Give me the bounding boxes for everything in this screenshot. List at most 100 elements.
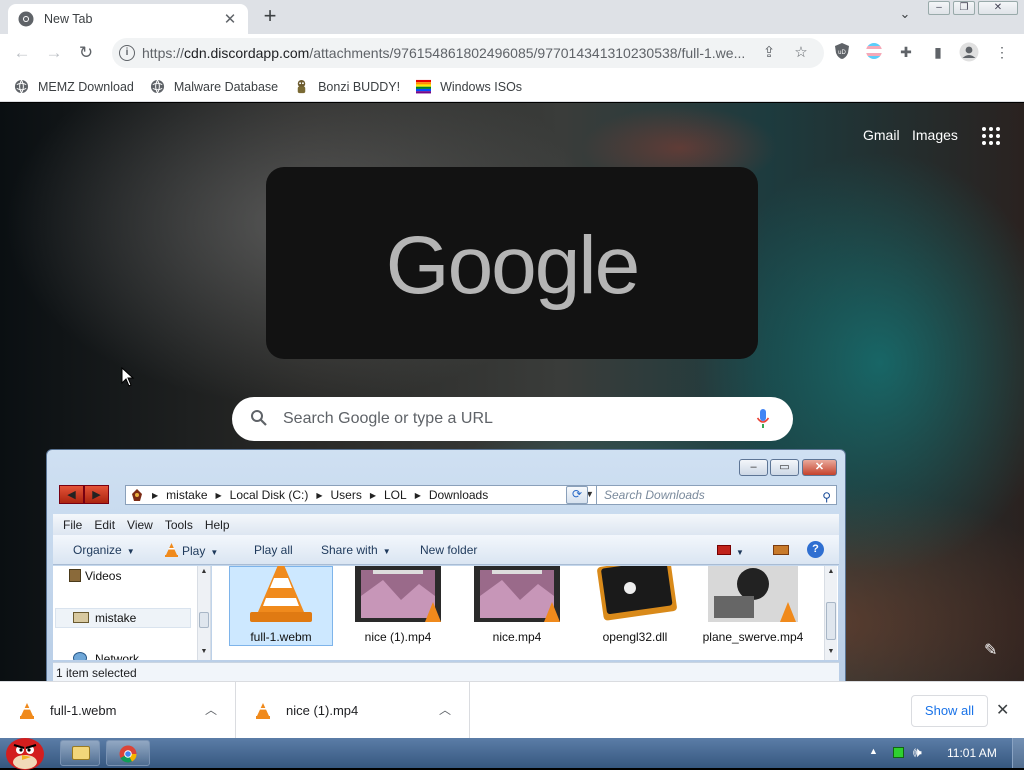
breadcrumb-local-disk[interactable]: Local Disk (C:) bbox=[230, 488, 309, 502]
menu-help[interactable]: Help bbox=[205, 518, 230, 532]
side-panel-icon[interactable]: ▮ bbox=[928, 42, 948, 62]
taskbar-clock[interactable]: 11:01 AM bbox=[947, 746, 997, 760]
breadcrumb-mistake[interactable]: mistake bbox=[166, 488, 207, 502]
show-desktop-button[interactable] bbox=[1012, 738, 1024, 768]
explorer-address-bar[interactable]: ▶ mistake ▶ Local Disk (C:) ▶ Users ▶ LO… bbox=[125, 485, 633, 505]
microphone-icon[interactable] bbox=[756, 408, 770, 430]
video-thumbnail-icon bbox=[472, 566, 562, 626]
google-apps-icon[interactable] bbox=[982, 127, 1000, 145]
reload-icon[interactable]: ↻ bbox=[74, 41, 98, 65]
menu-view[interactable]: View bbox=[127, 518, 153, 532]
tab-search-chevron-icon[interactable]: ⌄ bbox=[894, 6, 916, 28]
restore-window-button[interactable]: ❐ bbox=[953, 1, 975, 15]
share-icon[interactable]: ⇪ bbox=[760, 44, 778, 62]
scroll-up-icon[interactable]: ▲ bbox=[825, 566, 837, 578]
new-folder-button[interactable]: New folder bbox=[420, 543, 477, 557]
dropdown-arrow-icon: ▼ bbox=[210, 548, 219, 557]
bookmark-label: MEMZ Download bbox=[38, 79, 134, 94]
address-url[interactable]: https://cdn.discordapp.com/attachments/9… bbox=[142, 45, 752, 61]
explorer-search-input[interactable]: Search Downloads ⚲ bbox=[596, 485, 837, 505]
play-all-button[interactable]: Play all bbox=[254, 543, 293, 557]
file-item[interactable]: opengl32.dll bbox=[585, 566, 685, 644]
download-item-nice-1-mp4[interactable]: nice (1).mp4 ︿ bbox=[236, 682, 470, 739]
tab-new-tab[interactable]: New Tab ✕ bbox=[8, 4, 248, 34]
show-all-downloads-button[interactable]: Show all bbox=[911, 695, 988, 727]
video-thumbnail-icon bbox=[708, 566, 798, 626]
profile-avatar-icon[interactable] bbox=[959, 42, 979, 62]
file-item[interactable]: full-1.webm bbox=[231, 566, 331, 644]
bookmarks-bar: MEMZ Download Malware Database Bonzi BUD… bbox=[0, 72, 1024, 102]
scroll-thumb[interactable] bbox=[199, 612, 209, 628]
scroll-up-icon[interactable]: ▲ bbox=[198, 566, 210, 578]
angry-bird-start-icon[interactable] bbox=[0, 730, 50, 770]
tab-close-icon[interactable]: ✕ bbox=[222, 10, 238, 28]
scroll-thumb[interactable] bbox=[826, 602, 836, 640]
ublock-extension-icon[interactable]: uD bbox=[832, 42, 852, 62]
nav-pane-scrollbar[interactable]: ▲ ▼ bbox=[197, 566, 210, 660]
nav-item-videos[interactable]: Videos bbox=[69, 569, 121, 583]
organize-button[interactable]: Organize ▼ bbox=[73, 543, 135, 557]
menu-kebab-icon[interactable]: ⋮ bbox=[992, 42, 1012, 62]
close-download-shelf-icon[interactable]: ✕ bbox=[996, 700, 1009, 720]
menu-file[interactable]: File bbox=[63, 518, 82, 532]
share-with-button[interactable]: Share with ▼ bbox=[321, 543, 391, 557]
explorer-command-bar: Organize ▼ Play ▼ Play all Share with ▼ New… bbox=[53, 535, 839, 565]
dll-file-icon bbox=[590, 566, 680, 626]
help-icon[interactable]: ? bbox=[807, 541, 824, 558]
url-path: /attachments/976154861802496085/97701434… bbox=[309, 45, 746, 61]
tray-overflow-icon[interactable]: ▲ bbox=[869, 746, 878, 756]
customize-pencil-icon[interactable]: ✎ bbox=[984, 640, 997, 660]
site-info-icon[interactable]: i bbox=[119, 45, 135, 61]
view-options-icon[interactable]: ▼ bbox=[717, 544, 744, 558]
volume-icon[interactable]: 🕪 bbox=[913, 744, 922, 761]
google-logo: Google bbox=[385, 220, 640, 311]
bonzi-icon bbox=[297, 79, 306, 94]
bookmark-label: Bonzi BUDDY! bbox=[318, 79, 401, 94]
google-search-box[interactable]: Search Google or type a URL bbox=[232, 397, 793, 441]
play-button[interactable]: Play ▼ bbox=[165, 543, 218, 558]
nav-item-mistake[interactable]: mistake bbox=[73, 611, 136, 625]
video-thumbnail-icon bbox=[353, 566, 443, 626]
breadcrumb-lol[interactable]: LOL bbox=[384, 488, 407, 502]
file-pane-scrollbar[interactable]: ▲ ▼ bbox=[824, 566, 837, 660]
explorer-maximize-button[interactable]: ▭ bbox=[770, 459, 799, 476]
back-arrow-icon[interactable]: ← bbox=[10, 41, 34, 65]
trans-flag-extension-icon[interactable] bbox=[864, 42, 884, 62]
bookmark-star-icon[interactable]: ☆ bbox=[792, 44, 810, 62]
taskbar-explorer-button[interactable] bbox=[60, 740, 100, 766]
forward-arrow-icon[interactable]: → bbox=[42, 41, 66, 65]
chevron-up-icon[interactable]: ︿ bbox=[439, 701, 451, 718]
breadcrumb-users[interactable]: Users bbox=[331, 488, 362, 502]
file-item[interactable]: plane_swerve.mp4 bbox=[698, 566, 808, 644]
magnifier-icon[interactable]: ⚲ bbox=[822, 488, 831, 506]
bookmark-bonzi-buddy[interactable]: Bonzi BUDDY! bbox=[294, 79, 400, 94]
explorer-minimize-button[interactable]: – bbox=[739, 459, 768, 476]
breadcrumb-downloads[interactable]: Downloads bbox=[429, 488, 488, 502]
explorer-refresh-icon[interactable]: ⟳ bbox=[566, 486, 588, 504]
bookmark-malware-database[interactable]: Malware Database bbox=[150, 79, 278, 94]
gmail-link[interactable]: Gmail bbox=[863, 127, 900, 143]
explorer-close-button[interactable]: ✕ bbox=[802, 459, 837, 476]
tray-status-icon[interactable] bbox=[893, 747, 904, 758]
extensions-puzzle-icon[interactable]: ✚ bbox=[896, 42, 916, 62]
scroll-down-icon[interactable]: ▼ bbox=[825, 646, 837, 658]
images-link[interactable]: Images bbox=[912, 127, 958, 143]
new-tab-button[interactable]: + bbox=[258, 4, 282, 30]
menu-edit[interactable]: Edit bbox=[94, 518, 115, 532]
address-bar[interactable]: i https://cdn.discordapp.com/attachments… bbox=[112, 38, 824, 68]
chevron-up-icon[interactable]: ︿ bbox=[205, 701, 217, 718]
explorer-back-icon[interactable]: ◀ bbox=[59, 485, 84, 504]
file-item[interactable]: nice.mp4 bbox=[467, 566, 567, 644]
close-window-button[interactable]: ✕ bbox=[978, 1, 1018, 15]
scroll-down-icon[interactable]: ▼ bbox=[198, 646, 210, 658]
taskbar-chrome-button[interactable] bbox=[106, 740, 150, 766]
menu-tools[interactable]: Tools bbox=[165, 518, 193, 532]
explorer-forward-icon[interactable]: ▶ bbox=[84, 485, 109, 504]
nav-item-network[interactable]: Network bbox=[73, 652, 139, 660]
preview-pane-icon[interactable] bbox=[773, 544, 789, 558]
file-item[interactable]: nice (1).mp4 bbox=[348, 566, 448, 644]
minimize-window-button[interactable]: – bbox=[928, 1, 950, 15]
explorer-nav-arrows: ◀ ▶ bbox=[59, 485, 109, 504]
bookmark-windows-isos[interactable]: Windows ISOs bbox=[416, 79, 522, 94]
bookmark-memz-download[interactable]: MEMZ Download bbox=[14, 79, 134, 94]
